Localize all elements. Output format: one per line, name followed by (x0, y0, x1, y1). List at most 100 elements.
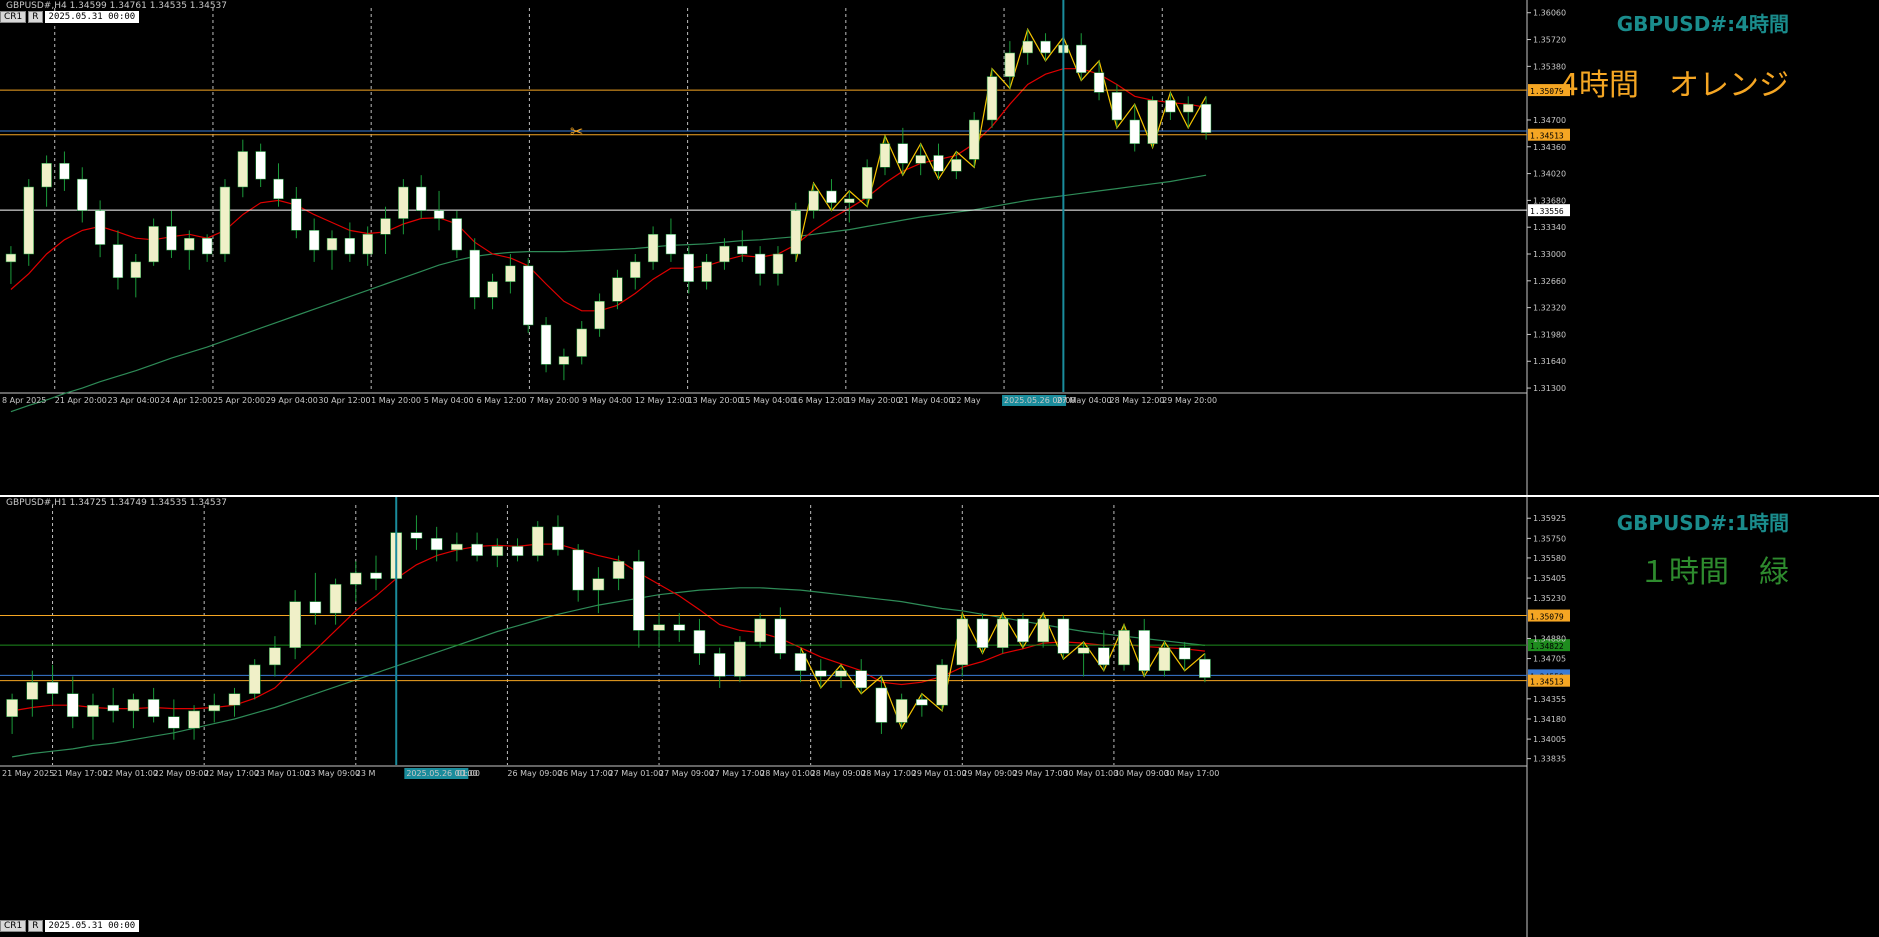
candle-body (148, 226, 159, 263)
candle-body (362, 234, 373, 255)
candle-body (168, 716, 180, 729)
candle-body (996, 618, 1009, 648)
candle-body (594, 301, 605, 330)
candle-body (844, 198, 855, 204)
candle-body (861, 167, 873, 200)
x-tick-label: 15 May 04:00 (740, 396, 795, 405)
cr1-button[interactable]: CR1 (0, 920, 27, 932)
candle-body (219, 186, 231, 255)
candle-body (1057, 618, 1070, 654)
candle-body (273, 178, 284, 200)
x-tick-label: 28 May 09:00 (811, 769, 866, 778)
candle-body (344, 237, 356, 255)
y-tick-label: 1.35925 (1533, 514, 1566, 523)
x-tick-label: 27 May 01:00 (609, 769, 664, 778)
candle-body (309, 230, 320, 251)
h4-chart-panel[interactable]: 1.35079 1.34513 1.33556 1.36060 1.35720 1.353… (0, 0, 1879, 495)
candle-body (201, 237, 213, 255)
y-tick-label: 1.35580 (1533, 554, 1566, 563)
y-tick-label: 1.34355 (1533, 695, 1566, 704)
x-tick-label: 16 May 12:00 (793, 396, 848, 405)
h1-chart-canvas[interactable]: 1.350791.348221.345591.345131.359251.357… (0, 497, 1879, 937)
scissors-icon[interactable]: ✂ (570, 122, 583, 141)
candle-body (523, 265, 534, 326)
x-tick-label: 22 May 17:00 (204, 769, 259, 778)
y-tick-label: 1.34705 (1533, 655, 1566, 664)
candle-body (855, 670, 868, 689)
x-tick-label: 29 May 09:00 (962, 769, 1017, 778)
h1-chart-panel[interactable]: 1.350791.348221.345591.345131.359251.357… (0, 495, 1879, 937)
x-tick-label: 23 May 01:00 (255, 769, 310, 778)
candle-body (248, 664, 261, 694)
candle-body (370, 572, 382, 579)
candle-body (1004, 52, 1016, 77)
candle-body (835, 670, 847, 677)
candle-body (398, 186, 409, 219)
y-tick-label: 1.35230 (1533, 594, 1566, 603)
candle-body (255, 151, 266, 180)
cr1-button[interactable]: CR1 (0, 11, 27, 23)
candle-body (66, 693, 79, 717)
candle-body (23, 186, 34, 255)
x-tick-label: 6 May 12:00 (477, 396, 527, 405)
candle-body (491, 546, 504, 556)
candle-body (289, 601, 301, 648)
h4-tag-label: 4時間 オレンジ (1559, 68, 1789, 103)
candle-body (228, 693, 241, 706)
x-tick-label: 26 May 17:00 (558, 769, 613, 778)
h4-datetime-field[interactable]: 2025.05.31 00:00 (44, 11, 140, 23)
x-tick-label: 30 May 01:00 (1063, 769, 1118, 778)
price-level-label: 1.35079 (1530, 87, 1564, 96)
x-tick-label: 27 May 09:00 (659, 769, 714, 778)
y-tick-label: 1.33835 (1533, 755, 1566, 764)
candle-body (451, 543, 463, 551)
x-tick-label: 21 May 04:00 (899, 396, 954, 405)
candle-body (713, 653, 726, 677)
zigzag-line (795, 27, 1207, 263)
x-tick-label: 28 May 12:00 (1110, 396, 1165, 405)
x-tick-label: 13 May 20:00 (688, 396, 743, 405)
x-tick-label: 5 May 04:00 (424, 396, 474, 405)
candle-body (1199, 658, 1211, 678)
x-tick-label: 01:00 (457, 769, 480, 778)
x-tick-label: 27 May 17:00 (710, 769, 765, 778)
x-tick-label: 9 May 04:00 (582, 396, 632, 405)
candle-body (558, 356, 570, 365)
candle-body (1017, 618, 1029, 643)
candle-body (774, 618, 787, 654)
h1-tag-label: １時間 緑 (1639, 555, 1789, 590)
x-tick-label: 29 May 20:00 (1162, 396, 1217, 405)
candle-body (665, 234, 677, 255)
candle-body (433, 210, 445, 219)
price-level-label: 1.34822 (1530, 642, 1564, 651)
candle-body (895, 699, 908, 723)
candle-body (416, 186, 427, 211)
candle-body (469, 249, 480, 298)
candle-body (1129, 119, 1140, 144)
r-button[interactable]: R (28, 920, 43, 932)
candle-body (653, 624, 665, 631)
candle-body (683, 253, 694, 282)
candle-body (933, 155, 944, 172)
x-tick-label: 21 May 17:00 (53, 769, 108, 778)
y-tick-label: 1.34360 (1533, 143, 1566, 152)
h1-datetime-field[interactable]: 2025.05.31 00:00 (44, 920, 140, 932)
candle-body (612, 277, 623, 302)
h1-symbol-label: GBPUSD#:1時間 (1616, 511, 1789, 535)
y-tick-label: 1.31640 (1533, 357, 1566, 366)
candle-body (349, 572, 362, 585)
y-tick-label: 1.34180 (1533, 715, 1566, 724)
x-tick-label: 23 May 09:00 (305, 769, 360, 778)
y-tick-label: 1.33680 (1533, 196, 1566, 205)
candle-body (772, 253, 784, 274)
candle-body (1111, 92, 1123, 121)
candle-body (291, 198, 302, 231)
candle-body (1183, 103, 1194, 113)
r-button[interactable]: R (28, 11, 43, 23)
y-tick-label: 1.34005 (1533, 735, 1566, 744)
candle-body (309, 601, 322, 614)
x-tick-label: 21 Apr 20:00 (55, 396, 107, 405)
candle-body (130, 261, 141, 278)
candle-body (875, 687, 888, 723)
candle-body (969, 119, 980, 160)
